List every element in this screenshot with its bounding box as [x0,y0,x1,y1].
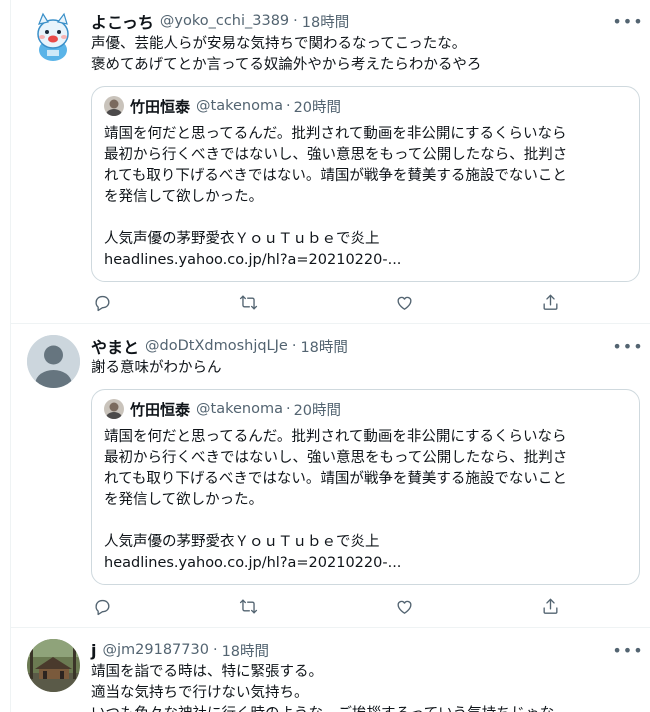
quoted-tweet-header: 竹田恒泰 @takenoma · 20時間 [104,399,341,419]
quoted-text-line: を発信して欲しかった。 [104,492,264,508]
separator-dot: · [285,401,291,417]
user-handle[interactable]: @jm29187730 [102,642,208,658]
tweet-text-line: 謝る意味がわからん [91,360,222,376]
quoted-user-name: 竹田恒泰 [130,400,191,419]
default-profile-avatar-icon [27,335,80,388]
tweet-text: 靖国を詣でる時は、特に緊張する。 適当な気持ちで行けない気持ち。 いつも色々な神… [91,662,554,712]
share-button[interactable] [539,291,561,313]
more-options-button[interactable]: ••• [612,335,642,357]
quoted-tweet-header: 竹田恒泰 @takenoma · 20時間 [104,96,341,116]
quoted-text-line [104,208,567,229]
quoted-text-line: を発信して欲しかった。 [104,189,264,205]
quoted-timestamp: 20時間 [293,402,342,419]
like-button[interactable] [393,291,415,313]
avatar[interactable] [27,639,80,692]
quoted-tweet[interactable]: 竹田恒泰 @takenoma · 20時間 靖国を何だと思ってるんだ。批判されて… [91,86,640,282]
retweet-button[interactable] [237,291,259,313]
cartoon-character-avatar-icon [27,10,80,63]
quoted-text-line [104,511,567,532]
quoted-text-line: れても取り下げるべきではない。靖国が戦争を賛美する施設でないこと [104,471,567,487]
timestamp[interactable]: 18時間 [302,11,349,32]
more-icon: ••• [612,336,644,356]
quoted-tweet[interactable]: 竹田恒泰 @takenoma · 20時間 靖国を何だと思ってるんだ。批判されて… [91,389,640,585]
tweet-text-line: 靖国を詣でる時は、特に緊張する。 [91,664,323,680]
quoted-text-line: 最初から行くべきではないし、強い意思をもって公開したなら、批判さ [104,450,568,466]
reply-button[interactable] [91,291,113,313]
quoted-text-line: 最初から行くべきではないし、強い意思をもって公開したなら、批判さ [104,147,568,163]
timestamp[interactable]: 18時間 [222,640,269,661]
avatar[interactable] [27,10,80,63]
timestamp[interactable]: 18時間 [300,336,347,357]
quoted-user-handle: @takenoma [196,401,283,417]
share-icon [542,294,558,310]
separator-dot: · [285,98,291,114]
quoted-avatar [104,96,124,116]
more-icon: ••• [612,640,644,660]
user-handle[interactable]: @doDtXdmoshjqLJe [145,338,288,354]
reply-icon [94,599,110,615]
tweet-header: やまと @doDtXdmoshjqLJe · 18時間 [91,335,348,357]
reply-icon [94,295,110,311]
user-name[interactable]: j [91,641,96,660]
avatar[interactable] [27,335,80,388]
tweet[interactable]: よこっち @yoko_cchi_3389 · 18時間 ••• 声優、芸能人らが… [11,0,650,324]
tweet[interactable]: j @jm29187730 · 18時間 ••• 靖国を詣でる時は、特に緊張する… [11,628,650,712]
retweet-button[interactable] [237,595,259,617]
separator-dot: · [293,13,298,29]
retweet-icon [239,598,257,614]
quoted-tweet-text: 靖国を何だと思ってるんだ。批判されて動画を非公開にするくらいなら 最初から行くべ… [104,427,567,574]
timeline-feed: よこっち @yoko_cchi_3389 · 18時間 ••• 声優、芸能人らが… [10,0,650,712]
tweet-text: 謝る意味がわからん [91,358,222,379]
like-icon [396,600,412,614]
more-options-button[interactable]: ••• [612,10,642,32]
quoted-text-line: 人気声優の茅野愛衣ＹｏｕＴｕｂｅで炎上 [104,231,380,247]
more-icon: ••• [612,11,644,31]
reply-button[interactable] [91,595,113,617]
share-icon [542,598,558,614]
user-handle[interactable]: @yoko_cchi_3389 [160,13,289,29]
tweet-header: よこっち @yoko_cchi_3389 · 18時間 [91,10,349,32]
like-button[interactable] [393,595,415,617]
separator-dot: · [212,642,218,658]
photo-avatar-icon [27,639,80,692]
quoted-text-line: 靖国を何だと思ってるんだ。批判されて動画を非公開にするくらいなら [104,126,567,142]
quoted-tweet-text: 靖国を何だと思ってるんだ。批判されて動画を非公開にするくらいなら 最初から行くべ… [104,124,567,271]
tweet-text-line: 声優、芸能人らが安易な気持ちで関わるなってこったな。 [91,36,467,52]
user-name[interactable]: やまと [91,334,139,358]
quoted-user-name: 竹田恒泰 [130,97,191,116]
retweet-icon [239,294,257,310]
quoted-avatar [104,399,124,419]
more-options-button[interactable]: ••• [612,639,642,661]
tweet-actions [91,291,561,315]
tweet-text-line: いつも色々な神社に行く時のような、ご挨拶するっていう気持ちじゃな [91,704,554,712]
quoted-text-line: 靖国を何だと思ってるんだ。批判されて動画を非公開にするくらいなら [104,429,567,445]
tweet-text-line: 褒めてあげてとか言ってる奴論外やから考えたらわかるやろ [91,57,482,73]
tweet[interactable]: やまと @doDtXdmoshjqLJe · 18時間 ••• 謝る意味がわから… [11,324,650,628]
like-icon [396,296,412,310]
quoted-link[interactable]: headlines.yahoo.co.jp/hl?a=20210220-... [104,553,567,574]
quoted-avatar-icon [104,96,124,116]
tweet-text-line: 適当な気持ちで行けない気持ち。 [91,685,309,701]
user-name[interactable]: よこっち [91,9,154,33]
quoted-timestamp: 20時間 [293,99,342,116]
quoted-link[interactable]: headlines.yahoo.co.jp/hl?a=20210220-... [104,250,567,271]
tweet-text: 声優、芸能人らが安易な気持ちで関わるなってこったな。 褒めてあげてとか言ってる奴… [91,34,481,76]
tweet-actions [91,595,561,619]
separator-dot: · [291,338,297,354]
quoted-text-line: 人気声優の茅野愛衣ＹｏｕＴｕｂｅで炎上 [104,534,380,550]
quoted-user-handle: @takenoma [196,98,283,114]
share-button[interactable] [539,595,561,617]
quoted-text-line: れても取り下げるべきではない。靖国が戦争を賛美する施設でないこと [104,168,567,184]
quoted-avatar-icon [104,399,124,419]
tweet-header: j @jm29187730 · 18時間 [91,639,269,661]
